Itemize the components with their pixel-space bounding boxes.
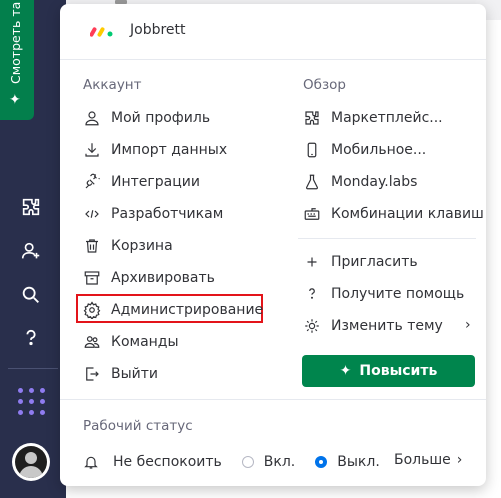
menu-item-label: Выйти	[111, 366, 159, 382]
upgrade-label: Повысить	[359, 363, 438, 379]
team-icon	[83, 333, 101, 351]
menu-item-archive[interactable]: Архивировать	[83, 265, 215, 291]
menu-item-label: Monday.labs	[331, 174, 418, 190]
rail-divider	[8, 368, 58, 369]
menu-item-labs[interactable]: Monday.labs	[303, 169, 417, 195]
puzzle-icon	[303, 109, 321, 127]
logout-icon	[83, 365, 101, 383]
more-label: Больше	[394, 452, 451, 468]
status-off-label: Выкл.	[337, 454, 380, 470]
menu-item-label: Мой профиль	[111, 110, 211, 126]
code-icon	[83, 205, 101, 223]
menu-header: Jobbrett	[60, 4, 486, 60]
menu-item-teams[interactable]: Команды	[83, 329, 179, 355]
menu-item-label: Комбинации клавиш	[331, 206, 484, 222]
flask-icon	[303, 173, 321, 191]
help-icon[interactable]	[18, 325, 44, 351]
menu-item-label: Пригласить	[331, 254, 418, 270]
menu-item-profile[interactable]: Мой профиль	[83, 105, 210, 131]
avatar[interactable]	[12, 443, 50, 481]
monday-logo-icon	[90, 27, 113, 37]
menu-item-label: Разработчикам	[111, 206, 224, 222]
see-plans-label: Смотреть та	[8, 1, 23, 84]
plug-icon	[83, 173, 101, 191]
menu-item-label: Интеграции	[111, 174, 200, 190]
see-plans-button[interactable]: Смотреть та ✦	[0, 0, 34, 120]
menu-item-theme[interactable]: Изменить тему	[303, 313, 443, 339]
dnd-label: Не беспокоить	[113, 454, 222, 470]
phone-icon	[303, 141, 321, 159]
menu-item-label: Администрирование	[111, 302, 264, 318]
chevron-right-icon: ›	[465, 317, 471, 333]
menu-item-import[interactable]: Импорт данных	[83, 137, 227, 163]
question-icon	[303, 285, 321, 303]
status-off-radio[interactable]	[315, 456, 328, 468]
chevron-right-icon: ›	[456, 452, 463, 468]
download-icon	[83, 141, 101, 159]
menu-item-label: Импорт данных	[111, 142, 228, 158]
status-on-radio[interactable]	[241, 456, 254, 468]
menu-item-label: Маркетплейс...	[331, 110, 443, 126]
search-icon[interactable]	[18, 282, 44, 308]
menu-item-mobile[interactable]: Мобильное...	[303, 137, 426, 163]
menu-item-administration[interactable]: Администрирование	[83, 297, 263, 323]
menu-item-label: Архивировать	[111, 270, 215, 286]
menu-item-shortcuts[interactable]: Комбинации клавиш	[303, 201, 484, 227]
account-section-title: Аккаунт	[83, 77, 142, 93]
bell-icon	[83, 454, 99, 470]
status-off-option[interactable]: Выкл.	[315, 454, 380, 470]
sparkle-icon: ✦	[339, 363, 352, 379]
menu-item-label: Команды	[111, 334, 179, 350]
archive-icon	[83, 269, 101, 287]
menu-item-label: Изменить тему	[331, 318, 443, 334]
account-menu: Jobbrett Аккаунт Обзор Мой профиль Импор…	[60, 4, 486, 486]
menu-item-help[interactable]: Получите помощь	[303, 281, 464, 307]
add-user-icon[interactable]	[18, 238, 44, 264]
work-status-title: Рабочий статус	[83, 418, 193, 434]
menu-item-label: Корзина	[111, 238, 173, 254]
menu-item-trash[interactable]: Корзина	[83, 233, 173, 259]
menu-item-marketplace[interactable]: Маркетплейс...	[303, 105, 443, 131]
menu-item-integrations[interactable]: Интеграции	[83, 169, 200, 195]
menu-item-label: Получите помощь	[331, 286, 465, 302]
overview-divider	[298, 238, 476, 239]
menu-item-developers[interactable]: Разработчикам	[83, 201, 223, 227]
account-name: Jobbrett	[130, 22, 186, 38]
sparkle-icon: ✦	[9, 92, 21, 108]
menu-item-logout[interactable]: Выйти	[83, 361, 158, 387]
avatar-icon	[15, 446, 47, 478]
gear-icon	[83, 301, 101, 319]
status-divider	[60, 399, 486, 400]
left-nav-rail: Смотреть та ✦	[0, 0, 66, 498]
status-on-option[interactable]: Вкл.	[241, 454, 296, 470]
overview-section-title: Обзор	[303, 77, 346, 93]
menu-item-invite[interactable]: Пригласить	[303, 249, 418, 275]
more-status-button[interactable]: Больше ›	[394, 452, 462, 468]
trash-icon	[83, 237, 101, 255]
keyboard-icon	[303, 205, 321, 223]
upgrade-button[interactable]: ✦ Повысить	[302, 355, 475, 387]
apps-grid-icon[interactable]	[18, 388, 46, 416]
user-icon	[83, 109, 101, 127]
status-on-label: Вкл.	[263, 454, 296, 470]
menu-item-label: Мобильное...	[331, 142, 427, 158]
plus-icon	[303, 253, 321, 271]
sun-icon	[303, 317, 321, 335]
work-status-row: Не беспокоить Вкл. Выкл.	[83, 450, 380, 474]
puzzle-icon[interactable]	[18, 194, 44, 220]
